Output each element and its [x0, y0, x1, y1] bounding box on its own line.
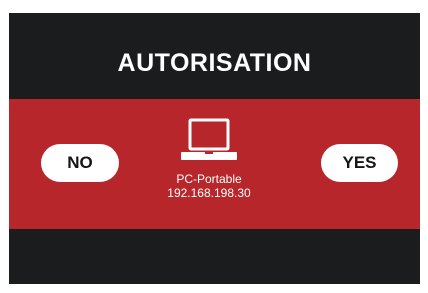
yes-button[interactable]: YES [321, 144, 398, 182]
page-title: AUTORISATION [117, 49, 312, 77]
device-info: PC-Portable 192.168.198.30 [149, 116, 269, 221]
device-name: PC-Portable [176, 172, 242, 186]
authorization-screen: AUTORISATION NO PC-Portable 192.168.198.… [9, 13, 420, 284]
laptop-icon [181, 118, 237, 160]
no-button[interactable]: NO [41, 144, 119, 182]
device-ip-address: 192.168.198.30 [167, 186, 251, 200]
authorization-band: NO PC-Portable 192.168.198.30 YES [9, 99, 420, 229]
